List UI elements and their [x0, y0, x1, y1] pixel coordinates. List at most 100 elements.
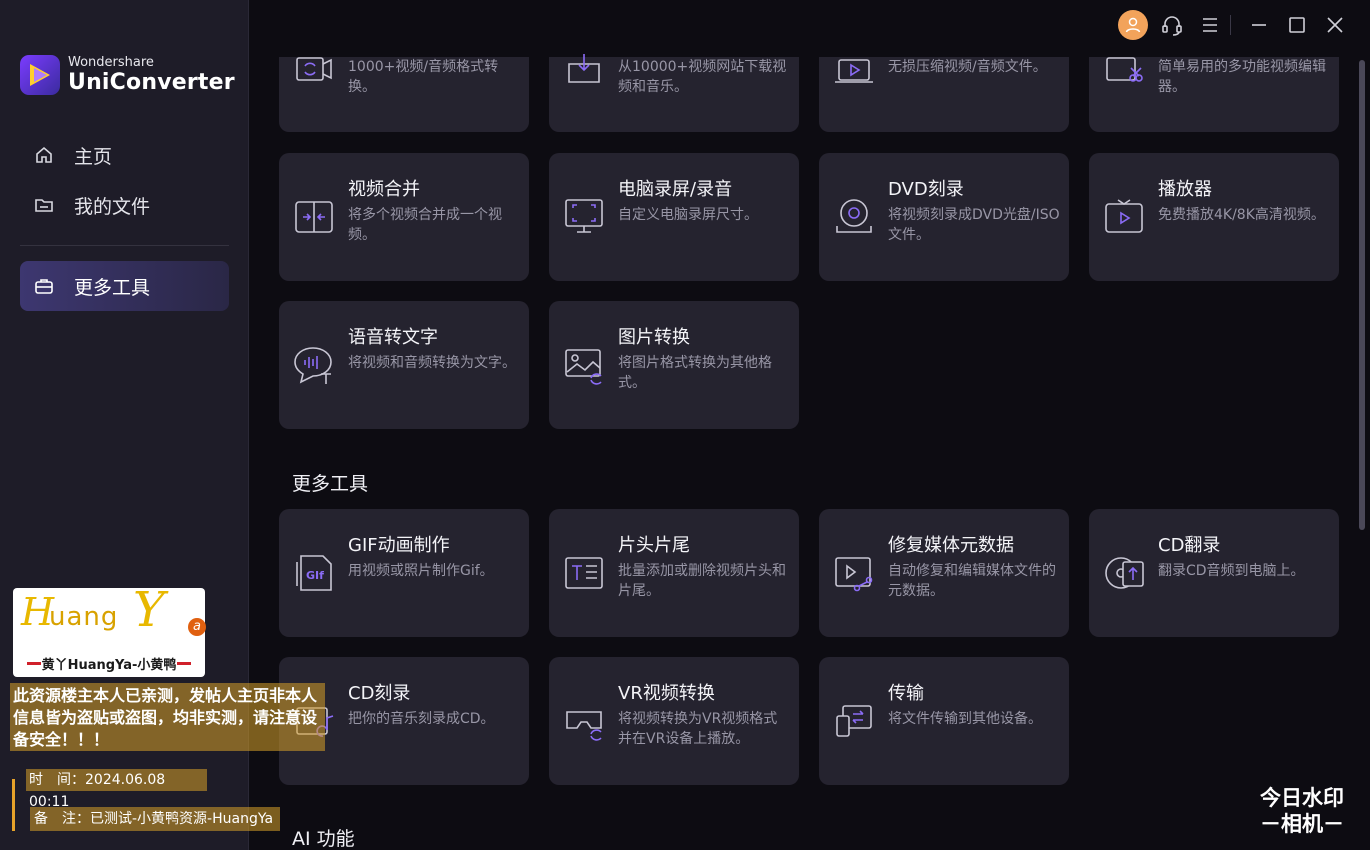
headset-icon[interactable] [1157, 10, 1187, 40]
tool-card-metadata-fix[interactable]: 修复媒体元数据 自动修复和编辑媒体文件的元数据。 [819, 509, 1069, 637]
watermark-line [12, 779, 15, 831]
tool-desc: 把你的音乐刻录成CD。 [348, 711, 495, 727]
watermark-note-label: 备 注： [34, 811, 90, 827]
tool-card-merge[interactable]: 视频合并 将多个视频合并成一个视频。 [279, 153, 529, 281]
tool-card-player[interactable]: 播放器 免费播放4K/8K高清视频。 [1089, 153, 1339, 281]
sidebar-item-label: 我的文件 [74, 195, 151, 218]
gif-icon: GIf [296, 555, 332, 591]
watermark-brand: 今日水印 －相机－ [1252, 785, 1352, 837]
section-title-ai: AI 功能 [292, 828, 355, 850]
tool-card-image-converter[interactable]: 图片转换 将图片格式转换为其他格式。 [549, 301, 799, 429]
tool-title: 修复媒体元数据 [888, 535, 1014, 556]
minimize-icon[interactable] [1244, 10, 1274, 40]
tool-desc: 批量添加或删除视频片头和片尾。 [618, 563, 786, 599]
tool-desc: 1000+视频/音频格式转换。 [348, 59, 499, 95]
avatar-icon[interactable] [1118, 10, 1148, 40]
tool-card-speech-to-text[interactable]: 语音转文字 将视频和音频转换为文字。 [279, 301, 529, 429]
watermark-bar-right [177, 662, 191, 665]
tool-title: 传输 [888, 683, 924, 704]
tool-card-converter[interactable]: 1000+视频/音频格式转换。 [279, 57, 529, 132]
toolbox-icon [34, 276, 54, 296]
watermark-note: 备 注：已测试-小黄鸭资源-HuangYa [30, 807, 280, 831]
editor-icon [1106, 57, 1143, 82]
dvd-burn-icon [836, 199, 872, 233]
tool-desc: 将文件传输到其他设备。 [888, 711, 1042, 727]
app-logo: Wondershare UniConverter [20, 55, 235, 95]
svg-text:GIf: GIf [306, 569, 324, 582]
watermark-note-value: 已测试-小黄鸭资源-HuangYa [90, 811, 274, 827]
sidebar-item-label: 主页 [74, 145, 113, 168]
tool-desc: 将视频转换为VR视频格式并在VR设备上播放。 [618, 711, 778, 747]
watermark-logo: H uang Y a 黄丫HuangYa-小黄鸭 [13, 582, 206, 677]
tool-card-transfer[interactable]: 传输 将文件传输到其他设备。 [819, 657, 1069, 785]
watermark-logo-a: a [188, 618, 206, 636]
sidebar-divider [20, 245, 229, 246]
player-icon [1105, 199, 1143, 233]
watermark-logo-y: Y [133, 582, 165, 638]
tool-card-compressor[interactable]: 无损压缩视频/音频文件。 [819, 57, 1069, 132]
folder-icon [34, 195, 54, 215]
brand-big: UniConverter [68, 70, 235, 95]
watermark-time-label: 时 间： [29, 772, 85, 788]
tool-desc: 自定义电脑录屏尺寸。 [618, 207, 758, 223]
tool-desc: 翻录CD音频到电脑上。 [1158, 563, 1305, 579]
tool-card-downloader[interactable]: 从10000+视频网站下载视频和音乐。 [549, 54, 799, 132]
uniconverter-logo-icon [20, 55, 60, 95]
watermark-warning: 此资源楼主本人已亲测，发帖人主页非本人信息皆为盗贴或盗图，均非实测，请注意设备安… [10, 683, 325, 751]
sidebar-item-more-tools[interactable]: 更多工具 [20, 261, 229, 311]
titlebar-divider [1230, 15, 1231, 35]
metadata-icon [835, 557, 873, 592]
home-icon [34, 145, 54, 165]
watermark-time: 时 间：2024.06.08 00:11 [26, 769, 207, 810]
tool-card-editor[interactable]: 简单易用的多功能视频编辑器。 [1089, 57, 1339, 132]
tool-title: GIF动画制作 [348, 535, 450, 556]
tool-title: 片头片尾 [618, 535, 690, 556]
maximize-icon[interactable] [1282, 10, 1312, 40]
tool-desc: 免费播放4K/8K高清视频。 [1158, 207, 1325, 223]
vertical-scrollbar[interactable] [1355, 50, 1370, 850]
intro-outro-icon [565, 557, 603, 589]
sidebar-item-my-files[interactable]: 我的文件 [20, 180, 229, 230]
tool-card-screen-recorder[interactable]: 电脑录屏/录音 自定义电脑录屏尺寸。 [549, 153, 799, 281]
close-icon[interactable] [1320, 10, 1350, 40]
tool-title: 电脑录屏/录音 [618, 179, 733, 200]
tool-title: DVD刻录 [888, 179, 964, 200]
tool-desc: 简单易用的多功能视频编辑器。 [1158, 59, 1326, 95]
tool-title: VR视频转换 [618, 683, 715, 704]
watermark-brand-line1: 今日水印 [1260, 786, 1344, 810]
menu-icon[interactable] [1195, 10, 1225, 40]
compress-icon [835, 59, 873, 83]
brand-small: Wondershare [68, 55, 154, 70]
tool-desc: 无损压缩视频/音频文件。 [888, 59, 1047, 75]
merge-icon [295, 201, 333, 233]
tool-card-gif-maker[interactable]: GIf GIF动画制作 用视频或照片制作Gif。 [279, 509, 529, 637]
tool-card-intro-outro[interactable]: 片头片尾 批量添加或删除视频片头和片尾。 [549, 509, 799, 637]
tool-desc: 将图片格式转换为其他格式。 [618, 355, 772, 391]
tool-card-vr-converter[interactable]: VR视频转换 将视频转换为VR视频格式并在VR设备上播放。 [549, 657, 799, 785]
tool-desc: 自动修复和编辑媒体文件的元数据。 [888, 563, 1056, 599]
tool-title: 视频合并 [348, 179, 420, 200]
tool-desc: 将多个视频合并成一个视频。 [348, 207, 502, 243]
watermark-brand-line2: －相机－ [1260, 812, 1344, 836]
sidebar-item-label: 更多工具 [74, 276, 151, 299]
download-icon [568, 54, 600, 83]
titlebar [249, 0, 1370, 50]
tool-title: CD刻录 [348, 683, 411, 704]
scrollbar-thumb[interactable] [1359, 60, 1365, 530]
convert-icon [296, 57, 332, 81]
tool-card-dvd-burner[interactable]: DVD刻录 将视频刻录成DVD光盘/ISO文件。 [819, 153, 1069, 281]
screen-record-icon [565, 199, 603, 233]
sidebar-item-home[interactable]: 主页 [20, 130, 229, 180]
tool-title: 语音转文字 [348, 327, 438, 348]
tool-desc: 将视频和音频转换为文字。 [348, 355, 516, 371]
tool-title: CD翻录 [1158, 535, 1221, 556]
tool-title: 图片转换 [618, 327, 690, 348]
vr-icon [566, 711, 602, 741]
section-title-more-tools: 更多工具 [292, 473, 369, 495]
transfer-icon [836, 705, 872, 737]
tool-card-cd-ripper[interactable]: CD翻录 翻录CD音频到电脑上。 [1089, 509, 1339, 637]
tool-desc: 用视频或照片制作Gif。 [348, 563, 494, 579]
tool-desc: 从10000+视频网站下载视频和音乐。 [618, 59, 787, 95]
main-content: 1000+视频/音频格式转换。 从10000+视频网站下载视频和音乐。 无损压缩… [249, 0, 1355, 850]
image-convert-icon [565, 349, 602, 385]
